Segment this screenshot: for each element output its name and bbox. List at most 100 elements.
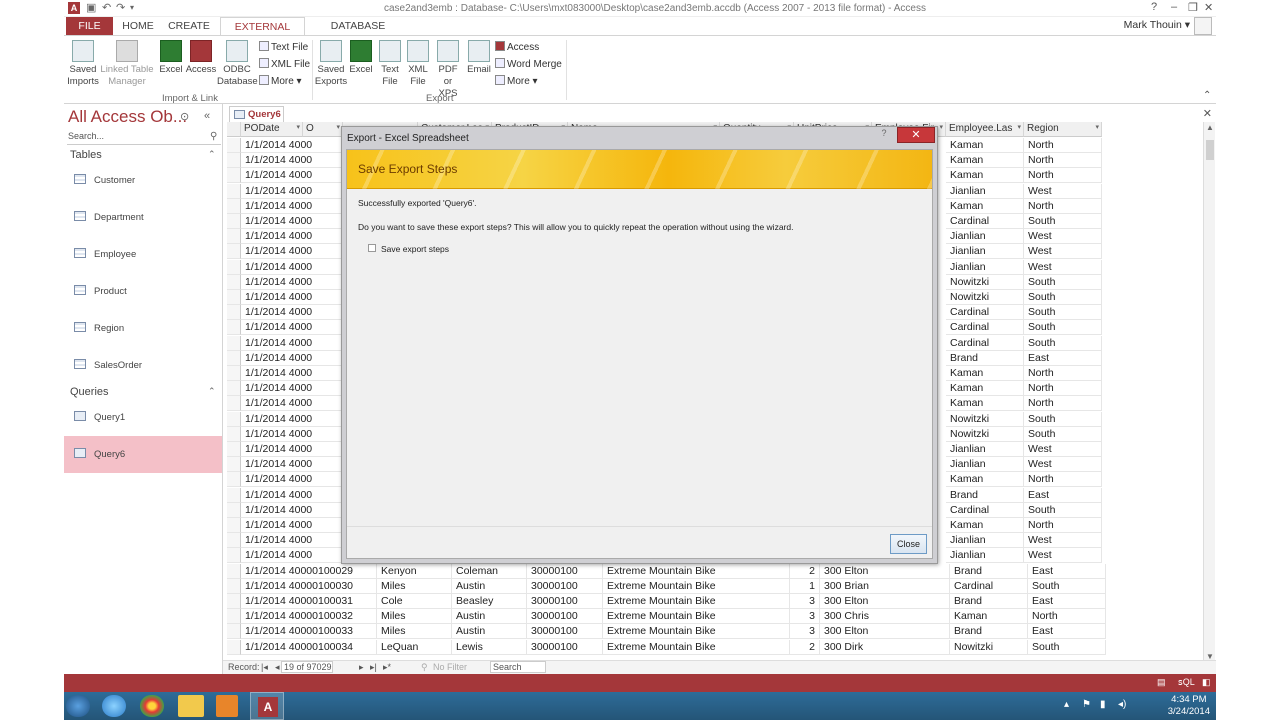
tab-database-tools[interactable]: DATABASE TOOLS bbox=[312, 17, 404, 50]
row-selector[interactable] bbox=[227, 396, 241, 412]
table-cell[interactable]: 1/1/2014 4000 bbox=[241, 396, 351, 412]
table-cell[interactable]: Nowitzki bbox=[946, 411, 1024, 427]
row-selector[interactable] bbox=[227, 153, 241, 169]
column-dropdown-icon[interactable]: ▾ bbox=[296, 123, 300, 131]
redo-icon[interactable]: ↷ bbox=[116, 1, 125, 14]
row-selector[interactable] bbox=[227, 320, 241, 336]
table-cell[interactable]: 1/1/2014 4000 bbox=[241, 548, 351, 564]
table-cell[interactable]: North bbox=[1024, 396, 1102, 412]
row-selector[interactable] bbox=[227, 335, 241, 351]
row-selector[interactable] bbox=[227, 214, 241, 229]
table-cell[interactable]: North bbox=[1024, 138, 1102, 153]
table-cell[interactable]: Cardinal bbox=[950, 578, 1028, 594]
table-row[interactable]: 1/1/2014 40000100032 Miles Austin 30000100 E… bbox=[227, 609, 1122, 625]
table-cell[interactable]: North bbox=[1024, 518, 1102, 533]
avatar[interactable] bbox=[1194, 17, 1212, 35]
table-cell[interactable]: 1/1/2014 40000100030 bbox=[241, 578, 377, 594]
table-cell[interactable]: Miles bbox=[377, 578, 452, 594]
row-selector[interactable] bbox=[227, 183, 241, 199]
row-selector[interactable] bbox=[227, 609, 241, 625]
export-email-button[interactable]: Email bbox=[465, 40, 493, 76]
table-cell[interactable]: 3 bbox=[790, 594, 820, 609]
import-more-button[interactable]: More ▾ bbox=[259, 75, 302, 87]
row-selector[interactable] bbox=[227, 457, 241, 473]
table-cell[interactable]: 1/1/2014 4000 bbox=[241, 350, 351, 366]
table-cell[interactable]: 1/1/2014 4000 bbox=[241, 442, 351, 457]
table-cell[interactable]: Kaman bbox=[946, 381, 1024, 397]
table-cell[interactable]: North bbox=[1024, 381, 1102, 397]
table-cell[interactable]: 1/1/2014 4000 bbox=[241, 502, 351, 518]
save-export-steps-checkbox[interactable] bbox=[368, 244, 376, 252]
table-cell[interactable]: North bbox=[1024, 472, 1102, 488]
nav-item-department[interactable]: Department bbox=[64, 199, 222, 236]
tray-expand-icon[interactable]: ▴ bbox=[1064, 699, 1069, 710]
table-cell[interactable]: Extreme Mountain Bike bbox=[603, 639, 790, 655]
collapse-ribbon-icon[interactable]: ⌃ bbox=[1203, 90, 1211, 101]
table-cell[interactable]: Jianlian bbox=[946, 229, 1024, 245]
row-selector[interactable] bbox=[227, 518, 241, 533]
column-dropdown-icon[interactable]: ▾ bbox=[1095, 123, 1099, 131]
design-view-icon[interactable]: ◧ bbox=[1202, 677, 1211, 688]
dialog-close-button[interactable]: ✕ bbox=[897, 127, 935, 143]
table-cell[interactable]: Extreme Mountain Bike bbox=[603, 578, 790, 594]
table-cell[interactable]: 30000100 bbox=[527, 578, 603, 594]
table-cell[interactable]: Coleman bbox=[452, 563, 527, 579]
import-xml-file-button[interactable]: XML File bbox=[259, 58, 310, 70]
table-cell[interactable]: Kaman bbox=[946, 396, 1024, 412]
word-merge-button[interactable]: Word Merge bbox=[495, 58, 562, 70]
table-cell[interactable]: East bbox=[1028, 624, 1106, 640]
table-cell[interactable]: Jianlian bbox=[946, 442, 1024, 457]
minimize-button[interactable]: – bbox=[1171, 1, 1177, 13]
table-cell[interactable]: North bbox=[1024, 153, 1102, 169]
table-cell[interactable]: 1/1/2014 4000 bbox=[241, 214, 351, 229]
table-cell[interactable]: North bbox=[1024, 198, 1102, 214]
nav-item-query1[interactable]: Query1 bbox=[64, 399, 222, 436]
table-cell[interactable]: East bbox=[1024, 487, 1102, 503]
table-cell[interactable]: 1/1/2014 4000 bbox=[241, 472, 351, 488]
import-text-file-button[interactable]: Text File bbox=[259, 41, 308, 53]
saved-imports-button[interactable]: Saved Imports bbox=[66, 40, 100, 88]
table-cell[interactable]: Cole bbox=[377, 594, 452, 609]
access-app-icon[interactable]: A bbox=[68, 2, 80, 14]
user-account[interactable]: Mark Thouin ▾ bbox=[1124, 19, 1190, 31]
nav-item-product[interactable]: Product bbox=[64, 273, 222, 310]
datasheet-view-icon[interactable]: ▤ bbox=[1157, 677, 1166, 688]
queries-section-header[interactable]: Queries ⌃ bbox=[70, 386, 216, 398]
table-cell[interactable]: South bbox=[1024, 335, 1102, 351]
nav-item-salesorder[interactable]: SalesOrder bbox=[64, 347, 222, 384]
export-access-button[interactable]: Access bbox=[495, 41, 539, 53]
saved-exports-button[interactable]: Saved Exports bbox=[314, 40, 348, 88]
table-cell[interactable]: LeQuan bbox=[377, 639, 452, 655]
table-cell[interactable]: 1/1/2014 4000 bbox=[241, 153, 351, 169]
row-selector[interactable] bbox=[227, 381, 241, 397]
row-selector[interactable] bbox=[227, 487, 241, 503]
table-cell[interactable]: Kaman bbox=[946, 153, 1024, 169]
tab-create[interactable]: CREATE bbox=[164, 17, 214, 35]
table-row[interactable]: 1/1/2014 40000100031 Cole Beasley 30000100 E… bbox=[227, 594, 1122, 609]
table-cell[interactable]: Jianlian bbox=[946, 259, 1024, 275]
table-cell[interactable]: 1/1/2014 4000 bbox=[241, 518, 351, 533]
table-cell[interactable]: 1/1/2014 4000 bbox=[241, 411, 351, 427]
table-cell[interactable]: 300 Elton bbox=[820, 594, 950, 609]
record-search-input[interactable]: Search bbox=[490, 661, 546, 673]
table-cell[interactable]: 1/1/2014 4000 bbox=[241, 198, 351, 214]
table-cell[interactable]: Cardinal bbox=[946, 305, 1024, 321]
row-selector[interactable] bbox=[227, 198, 241, 214]
table-cell[interactable]: Nowitzki bbox=[946, 290, 1024, 305]
table-cell[interactable]: 1/1/2014 4000 bbox=[241, 487, 351, 503]
table-cell[interactable]: 300 Elton bbox=[820, 624, 950, 640]
table-cell[interactable]: Jianlian bbox=[946, 533, 1024, 549]
table-cell[interactable]: 1/1/2014 4000 bbox=[241, 320, 351, 336]
table-cell[interactable]: South bbox=[1024, 502, 1102, 518]
import-access-button[interactable]: Access bbox=[185, 40, 217, 76]
table-cell[interactable]: 2 bbox=[790, 563, 820, 579]
row-selector[interactable] bbox=[227, 168, 241, 184]
table-cell[interactable]: Brand bbox=[946, 487, 1024, 503]
scroll-up-icon[interactable]: ▲ bbox=[1206, 123, 1214, 132]
help-button[interactable]: ? bbox=[1151, 1, 1157, 13]
table-cell[interactable]: Brand bbox=[946, 350, 1024, 366]
table-cell[interactable]: Cardinal bbox=[946, 502, 1024, 518]
last-record-icon[interactable]: ▸| bbox=[370, 662, 377, 673]
row-selector[interactable] bbox=[227, 229, 241, 245]
table-cell[interactable]: 1/1/2014 4000 bbox=[241, 183, 351, 199]
